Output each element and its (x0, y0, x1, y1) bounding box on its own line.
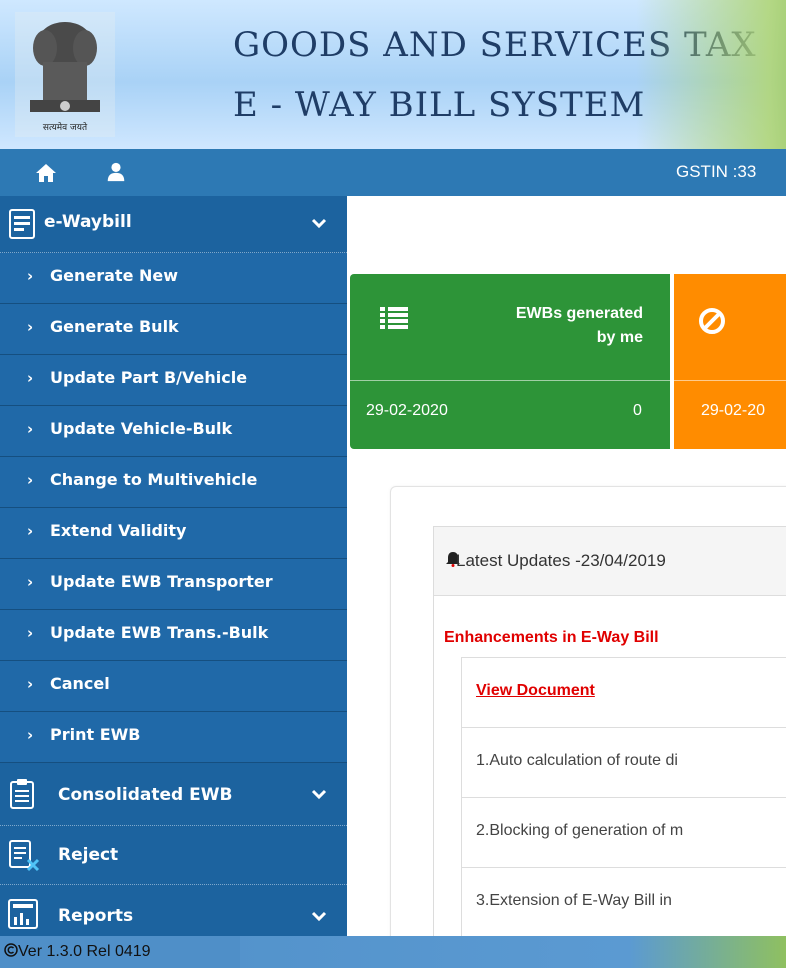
top-navbar: GSTIN :33 (0, 149, 786, 196)
updates-header: Latest Updates -23/04/2019 (434, 527, 786, 596)
sidebar-item-generate-new[interactable]: › Generate New (0, 253, 347, 304)
sidebar-section-reject[interactable]: Reject (0, 826, 347, 885)
ban-icon (699, 308, 725, 334)
report-chart-icon (8, 899, 38, 929)
sidebar-section-consolidated[interactable]: Consolidated EWB (0, 763, 347, 826)
updates-title: Latest Updates -23/04/2019 (456, 551, 666, 570)
sidebar-item-cancel[interactable]: › Cancel (0, 661, 347, 712)
chevron-right-icon: › (27, 573, 34, 591)
site-title-line1: GOODS AND SERVICES TAX (233, 25, 757, 65)
sidebar-section-label: Reject (58, 845, 119, 865)
chevron-right-icon: › (27, 420, 34, 438)
sidebar-item-label: Update EWB Transporter (50, 572, 273, 591)
sidebar-section-reports[interactable]: Reports (0, 885, 347, 936)
sidebar-item-update-ewb-transporter[interactable]: › Update EWB Transporter (0, 559, 347, 610)
card-title: EWBs generated by me (516, 302, 643, 350)
chevron-right-icon: › (27, 675, 34, 693)
chevron-right-icon: › (27, 267, 34, 285)
reject-document-icon (9, 840, 40, 872)
card-date: 29-02-2020 (366, 402, 448, 419)
site-title-line2: E - WAY BILL SYSTEM (233, 85, 646, 125)
chevron-down-icon (311, 218, 327, 229)
main-content: EWBs generated by me 29-02-2020 0 29-02-… (347, 196, 786, 936)
copyright-icon (4, 943, 18, 957)
document-icon (9, 209, 35, 239)
sidebar-item-label: Cancel (50, 674, 110, 693)
chevron-right-icon: › (27, 369, 34, 387)
sidebar-item-label: Update Part B/Vehicle (50, 368, 248, 387)
card-title-line2: by me (596, 329, 643, 346)
chevron-right-icon: › (27, 726, 34, 744)
chevron-right-icon: › (27, 471, 34, 489)
clipboard-icon (10, 779, 34, 809)
chevron-right-icon: › (27, 624, 34, 642)
sidebar: e-Waybill › Generate New › Generate Bulk ›… (0, 196, 347, 936)
sidebar-item-label: Generate Bulk (50, 317, 179, 336)
sidebar-item-update-vehicle-bulk[interactable]: › Update Vehicle-Bulk (0, 406, 347, 457)
card-count: 0 (633, 402, 642, 419)
enhancements-heading: Enhancements in E-Way Bill (444, 629, 659, 646)
sidebar-item-label: Update Vehicle-Bulk (50, 419, 233, 438)
table-row: 1.Auto calculation of route di (462, 728, 786, 798)
card-ewbs-cancelled[interactable]: 29-02-20 (674, 274, 786, 449)
sidebar-item-change-multivehicle[interactable]: › Change to Multivehicle (0, 457, 347, 508)
site-header: सत्यमेव जयते GOODS AND SERVICES TAX E - … (0, 0, 786, 149)
sidebar-item-generate-bulk[interactable]: › Generate Bulk (0, 304, 347, 355)
card-ewbs-generated[interactable]: EWBs generated by me 29-02-2020 0 (350, 274, 670, 449)
sidebar-item-update-ewb-trans-bulk[interactable]: › Update EWB Trans.-Bulk (0, 610, 347, 661)
sidebar-section-label: Consolidated EWB (58, 785, 233, 805)
list-icon (380, 307, 408, 329)
update-item-text: 2.Blocking of generation of m (476, 822, 684, 839)
sidebar-item-label: Print EWB (50, 725, 141, 744)
card-divider (350, 380, 670, 381)
sidebar-item-label: Change to Multivehicle (50, 470, 258, 489)
footer-version-box: Ver 1.3.0 Rel 0419 (0, 936, 240, 968)
updates-table: View Document 1.Auto calculation of rout… (461, 657, 786, 936)
sidebar-section-label: e-Waybill (44, 212, 132, 232)
home-icon[interactable] (34, 161, 58, 185)
card-title-line1: EWBs generated (515, 305, 643, 322)
sidebar-item-label: Extend Validity (50, 521, 187, 540)
sidebar-section-label: Reports (58, 906, 134, 926)
sidebar-section-ewaybill[interactable]: e-Waybill (0, 196, 347, 253)
chevron-down-icon (311, 789, 327, 800)
footer: Ver 1.3.0 Rel 0419 (0, 936, 786, 968)
chevron-down-icon (311, 911, 327, 922)
user-icon[interactable] (105, 161, 127, 183)
table-row: 2.Blocking of generation of m (462, 798, 786, 868)
sidebar-item-update-part-b[interactable]: › Update Part B/Vehicle (0, 355, 347, 406)
chevron-right-icon: › (27, 522, 34, 540)
sidebar-item-label: Update EWB Trans.-Bulk (50, 623, 269, 642)
view-document-link[interactable]: View Document (476, 682, 595, 700)
gstin-label: GSTIN :33 (676, 162, 757, 181)
sidebar-item-extend-validity[interactable]: › Extend Validity (0, 508, 347, 559)
updates-panel: Latest Updates -23/04/2019 Enhancements … (433, 526, 786, 936)
update-item-text: 3.Extension of E-Way Bill in (476, 892, 672, 909)
card-date: 29-02-20 (701, 402, 766, 419)
table-row: 3.Extension of E-Way Bill in (462, 868, 786, 936)
sidebar-item-print-ewb[interactable]: › Print EWB (0, 712, 347, 763)
emblem-caption: सत्यमेव जयते (43, 121, 88, 133)
sidebar-item-label: Generate New (50, 266, 179, 285)
emblem-logo: सत्यमेव जयते (15, 12, 115, 137)
update-item-text: 1.Auto calculation of route di (476, 752, 678, 769)
card-divider (674, 380, 786, 381)
chevron-right-icon: › (27, 318, 34, 336)
version-text: Ver 1.3.0 Rel 0419 (18, 943, 151, 960)
table-row: View Document (462, 658, 786, 728)
